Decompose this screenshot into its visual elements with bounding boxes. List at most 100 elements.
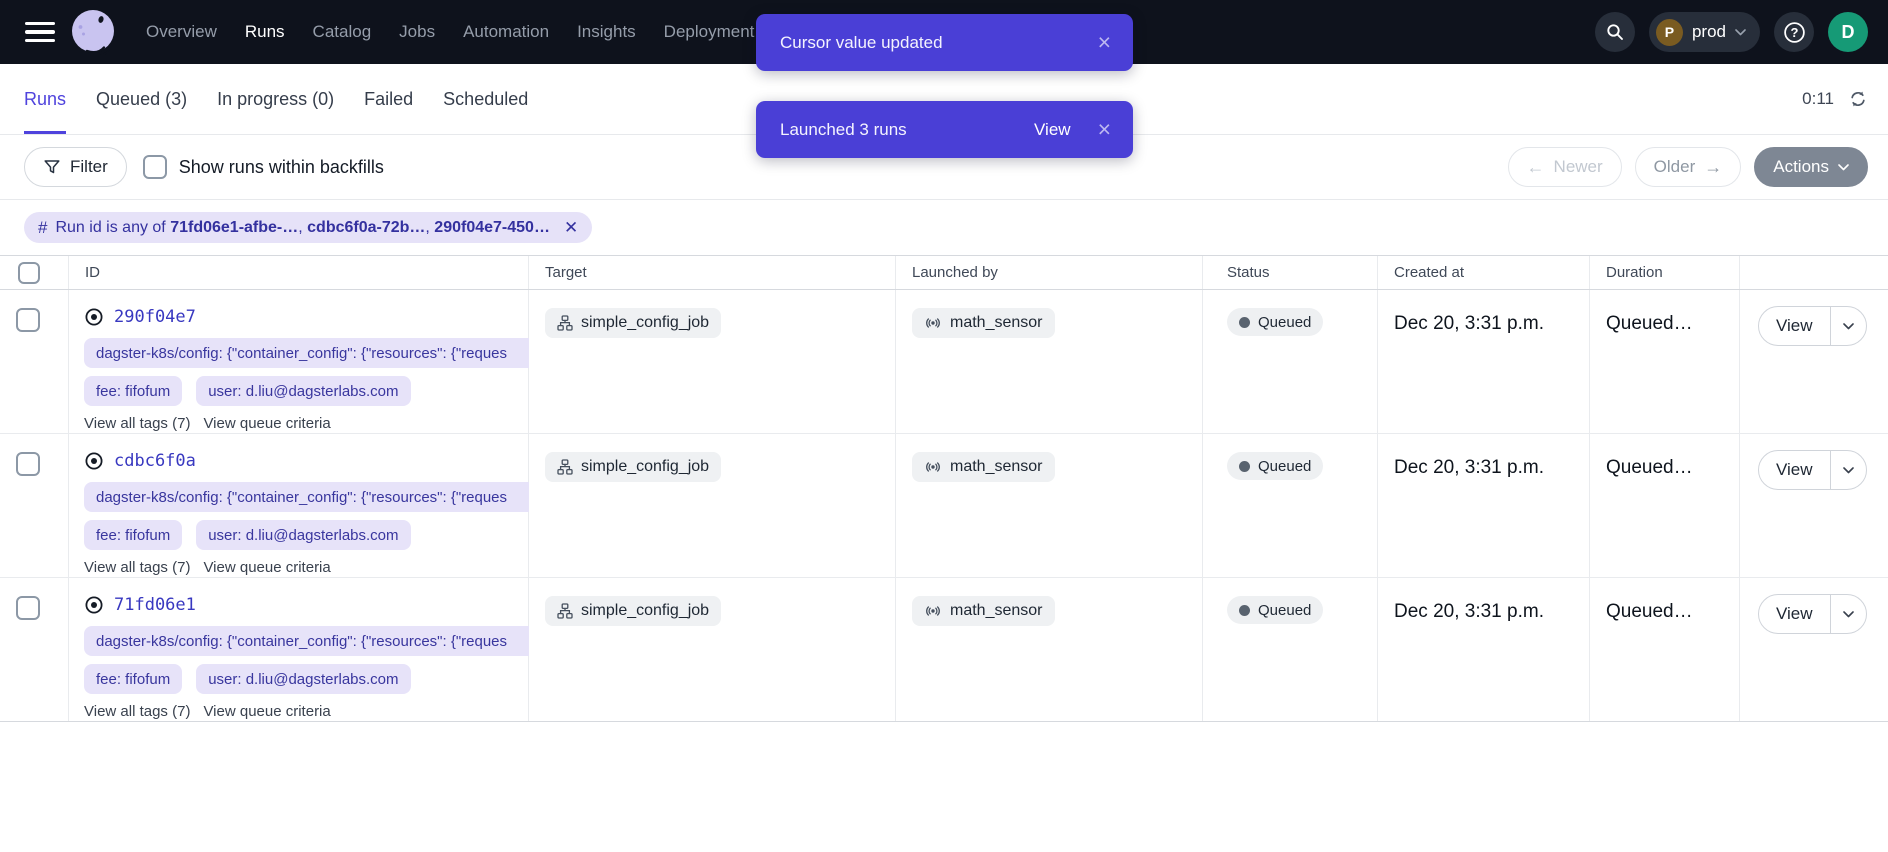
view-all-tags-link[interactable]: View all tags (7) [84, 703, 190, 720]
table-row: cdbc6f0a dagster-k8s/config: {"container… [0, 434, 1888, 578]
cell-id: cdbc6f0a dagster-k8s/config: {"container… [69, 434, 529, 577]
nav-item-catalog[interactable]: Catalog [313, 22, 372, 42]
cell-target: simple_config_job [529, 290, 896, 433]
search-button[interactable] [1595, 12, 1635, 52]
view-queue-criteria-link[interactable]: View queue criteria [203, 559, 330, 576]
target-job-pill[interactable]: simple_config_job [545, 596, 721, 626]
status-badge: Queued [1227, 452, 1323, 480]
nav-item-deployment[interactable]: Deployment [664, 22, 755, 42]
view-menu-caret[interactable] [1830, 307, 1866, 345]
column-header-created-at: Created at [1378, 256, 1590, 289]
arrow-right-icon: → [1704, 158, 1722, 176]
newer-button[interactable]: ← Newer [1508, 147, 1622, 187]
run-id-link[interactable]: 290f04e7 [114, 307, 196, 327]
select-all-checkbox[interactable] [18, 262, 40, 284]
close-icon[interactable]: × [1098, 31, 1111, 54]
tag-pill[interactable]: user: d.liu@dagsterlabs.com [196, 376, 410, 406]
cell-launched-by: math_sensor [896, 434, 1203, 577]
launched-by-pill[interactable]: math_sensor [912, 452, 1055, 482]
primary-nav: Overview Runs Catalog Jobs Automation In… [146, 22, 754, 42]
target-job-pill[interactable]: simple_config_job [545, 308, 721, 338]
refresh-icon[interactable] [1848, 89, 1868, 109]
view-all-tags-link[interactable]: View all tags (7) [84, 559, 190, 576]
job-icon [557, 315, 573, 331]
cell-duration: Queued… [1590, 578, 1740, 721]
run-id-link[interactable]: cdbc6f0a [114, 451, 196, 471]
tag-pill[interactable]: user: d.liu@dagsterlabs.com [196, 520, 410, 550]
close-icon[interactable]: ✕ [564, 218, 578, 238]
status-badge: Queued [1227, 596, 1323, 624]
toast-cursor-updated: Cursor value updated × [756, 14, 1133, 71]
sensor-icon [924, 603, 942, 619]
nav-item-jobs[interactable]: Jobs [399, 22, 435, 42]
tab-queued[interactable]: Queued (3) [96, 64, 187, 134]
deployment-switcher[interactable]: P prod [1649, 12, 1760, 52]
view-menu-caret[interactable] [1830, 595, 1866, 633]
nav-item-overview[interactable]: Overview [146, 22, 217, 42]
backfills-checkbox[interactable] [143, 155, 167, 179]
row-checkbox[interactable] [16, 308, 40, 332]
user-avatar[interactable]: D [1828, 12, 1868, 52]
view-queue-criteria-link[interactable]: View queue criteria [203, 415, 330, 432]
toast-view-link[interactable]: View [1034, 120, 1071, 140]
chevron-down-icon [1843, 611, 1854, 618]
hamburger-menu-icon[interactable] [25, 22, 55, 42]
target-job-pill[interactable]: simple_config_job [545, 452, 721, 482]
launched-by-pill[interactable]: math_sensor [912, 596, 1055, 626]
k8s-config-tag[interactable]: dagster-k8s/config: {"container_config":… [84, 338, 529, 368]
view-menu-caret[interactable] [1830, 451, 1866, 489]
table-header: ID Target Launched by Status Created at … [0, 256, 1888, 290]
deployment-badge: P [1656, 19, 1683, 46]
help-icon: ? [1782, 20, 1807, 45]
column-header-status: Status [1203, 256, 1378, 289]
table-row: 71fd06e1 dagster-k8s/config: {"container… [0, 578, 1888, 722]
chevron-down-icon [1838, 164, 1849, 171]
close-icon[interactable]: × [1098, 118, 1111, 141]
cell-actions: View [1740, 434, 1888, 577]
chevron-down-icon [1843, 323, 1854, 330]
nav-item-automation[interactable]: Automation [463, 22, 549, 42]
tab-in-progress[interactable]: In progress (0) [217, 64, 334, 134]
nav-item-insights[interactable]: Insights [577, 22, 636, 42]
cell-actions: View [1740, 578, 1888, 721]
row-checkbox[interactable] [16, 596, 40, 620]
runs-tabs: Runs Queued (3) In progress (0) Failed S… [24, 64, 528, 134]
dagster-runs-page: Overview Runs Catalog Jobs Automation In… [0, 0, 1888, 852]
row-checkbox[interactable] [16, 452, 40, 476]
run-id-link[interactable]: 71fd06e1 [114, 595, 196, 615]
cell-created-at: Dec 20, 3:31 p.m. [1378, 434, 1590, 577]
status-dot-icon [1239, 461, 1250, 472]
view-run-button[interactable]: View [1759, 451, 1830, 489]
view-all-tags-link[interactable]: View all tags (7) [84, 415, 190, 432]
search-icon [1605, 22, 1625, 42]
filter-button[interactable]: Filter [24, 147, 127, 187]
tag-pill[interactable]: fee: fifofum [84, 664, 182, 694]
older-button[interactable]: Older → [1635, 147, 1742, 187]
tab-failed[interactable]: Failed [364, 64, 413, 134]
cell-launched-by: math_sensor [896, 578, 1203, 721]
help-button[interactable]: ? [1774, 12, 1814, 52]
k8s-config-tag[interactable]: dagster-k8s/config: {"container_config":… [84, 482, 529, 512]
chevron-down-icon [1735, 29, 1746, 36]
launched-by-pill[interactable]: math_sensor [912, 308, 1055, 338]
sensor-icon [924, 315, 942, 331]
table-row: 290f04e7 dagster-k8s/config: {"container… [0, 290, 1888, 434]
view-run-button[interactable]: View [1759, 595, 1830, 633]
cell-status: Queued [1203, 578, 1378, 721]
chevron-down-icon [1843, 467, 1854, 474]
run-status-icon [84, 451, 104, 471]
cell-target: simple_config_job [529, 578, 896, 721]
actions-button[interactable]: Actions [1754, 147, 1868, 187]
run-id-filter-chip[interactable]: # Run id is any of 71fd06e1-afbe-…, cdbc… [24, 212, 592, 243]
nav-item-runs[interactable]: Runs [245, 22, 285, 42]
pagination-actions-group: ← Newer Older → Actions [1508, 147, 1868, 187]
view-queue-criteria-link[interactable]: View queue criteria [203, 703, 330, 720]
status-dot-icon [1239, 605, 1250, 616]
k8s-config-tag[interactable]: dagster-k8s/config: {"container_config":… [84, 626, 529, 656]
tab-runs[interactable]: Runs [24, 64, 66, 134]
tag-pill[interactable]: fee: fifofum [84, 376, 182, 406]
tag-pill[interactable]: user: d.liu@dagsterlabs.com [196, 664, 410, 694]
tag-pill[interactable]: fee: fifofum [84, 520, 182, 550]
tab-scheduled[interactable]: Scheduled [443, 64, 528, 134]
view-run-button[interactable]: View [1759, 307, 1830, 345]
